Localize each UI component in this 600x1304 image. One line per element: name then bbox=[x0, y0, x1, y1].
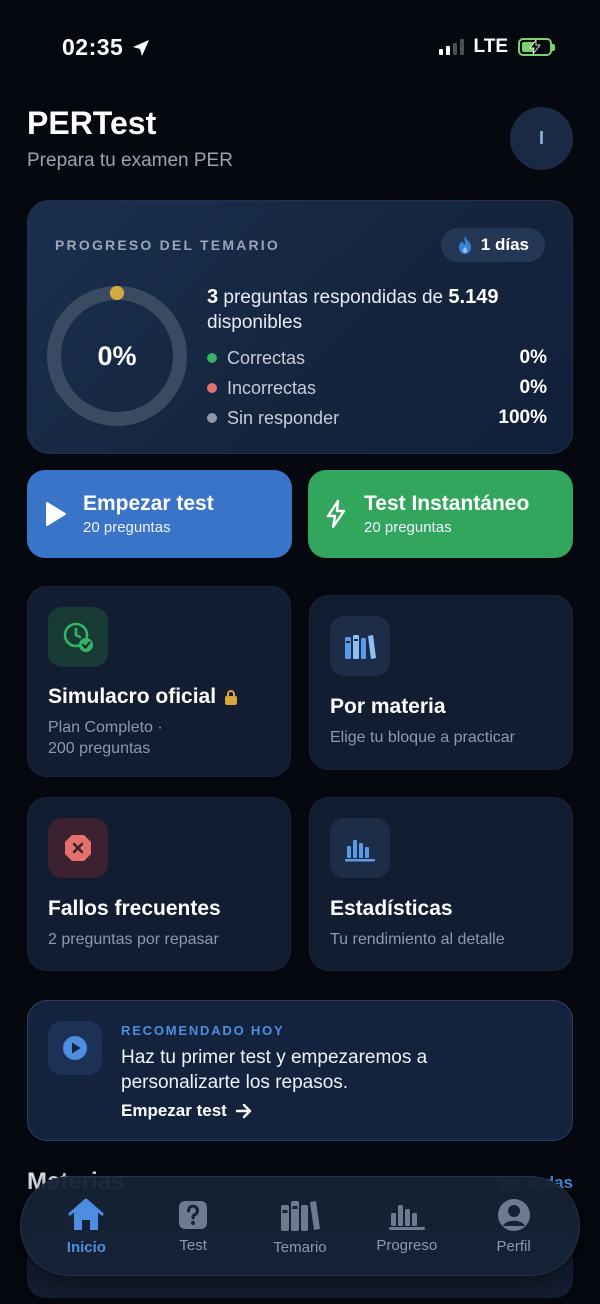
simulacro-sub-2: 200 preguntas bbox=[48, 740, 151, 757]
streak-badge: 1 días bbox=[440, 228, 545, 262]
home-icon bbox=[68, 1198, 104, 1230]
network-label: LTE bbox=[473, 36, 508, 57]
progress-card[interactable]: PROGRESO DEL TEMARIO 1 días 0% 3 pregunt… bbox=[27, 200, 573, 454]
estadisticas-sub: Tu rendimiento al detalle bbox=[330, 931, 505, 948]
bolt-icon bbox=[308, 499, 364, 529]
location-arrow-icon bbox=[133, 39, 150, 56]
books-icon bbox=[280, 1200, 320, 1231]
play-icon bbox=[27, 501, 83, 527]
avatar-button[interactable]: I bbox=[510, 107, 573, 170]
recommended-label: RECOMENDADO HOY bbox=[121, 1023, 285, 1038]
tab-label: Progreso bbox=[376, 1236, 438, 1254]
question-icon bbox=[179, 1200, 208, 1229]
estadisticas-title: Estadísticas bbox=[330, 897, 453, 920]
progress-percent: 0% bbox=[97, 340, 137, 371]
recommended-link-text: Empezar test bbox=[121, 1101, 227, 1120]
tab-test[interactable]: Test bbox=[143, 1199, 243, 1254]
recommended-link[interactable]: Empezar test bbox=[121, 1101, 253, 1121]
flame-icon bbox=[458, 236, 471, 254]
books-icon bbox=[330, 616, 390, 676]
simulacro-sub-1: Plan Completo · bbox=[48, 719, 163, 736]
arrow-right-icon bbox=[235, 1103, 252, 1119]
legend-dot bbox=[207, 383, 217, 393]
tab-inicio[interactable]: Inicio bbox=[36, 1197, 136, 1256]
tab-label: Test bbox=[179, 1236, 207, 1254]
status-time: 02:35 bbox=[62, 34, 151, 61]
tab-temario[interactable]: Temario bbox=[250, 1197, 350, 1256]
legend-correctas: Correctas 0% bbox=[207, 347, 547, 369]
app-subtitle: Prepara tu examen PER bbox=[27, 150, 233, 171]
instant-test-button[interactable]: Test Instantáneo 20 preguntas bbox=[308, 470, 573, 558]
error-octagon-icon bbox=[48, 818, 108, 878]
legend-dot bbox=[207, 413, 217, 423]
simulacro-title: Simulacro oficial bbox=[48, 685, 217, 708]
tab-bar: Inicio Test Temario Progreso Perfil bbox=[20, 1176, 580, 1276]
legend-value: 0% bbox=[519, 347, 547, 368]
start-test-button[interactable]: Empezar test 20 preguntas bbox=[27, 470, 292, 558]
status-indicators: LTE bbox=[438, 36, 555, 58]
tab-perfil[interactable]: Perfil bbox=[464, 1198, 564, 1255]
legend-label: Correctas bbox=[227, 347, 306, 368]
progress-label: PROGRESO DEL TEMARIO bbox=[55, 237, 280, 253]
tab-label: Temario bbox=[273, 1238, 327, 1256]
por-materia-card[interactable]: Por materia Elige tu bloque a practicar bbox=[309, 595, 573, 770]
signal-icon bbox=[438, 39, 464, 55]
fallos-title: Fallos frecuentes bbox=[48, 897, 221, 920]
profile-icon bbox=[497, 1198, 530, 1231]
instant-test-title: Test Instantáneo bbox=[364, 492, 530, 515]
available-count: 5.149 bbox=[448, 286, 499, 308]
chart-icon bbox=[388, 1204, 425, 1230]
legend-dot bbox=[207, 353, 217, 363]
answered-summary: 3 preguntas respondidas de 5.149 disponi… bbox=[207, 285, 557, 335]
tab-progreso[interactable]: Progreso bbox=[357, 1199, 457, 1254]
legend-label: Sin responder bbox=[227, 407, 340, 428]
fallos-sub: 2 preguntas por repasar bbox=[48, 931, 219, 948]
answered-middle: preguntas respondidas de bbox=[218, 287, 449, 308]
avatar-initial: I bbox=[538, 128, 544, 148]
estadisticas-card[interactable]: Estadísticas Tu rendimiento al detalle bbox=[309, 797, 573, 971]
recommended-text: Haz tu primer test y empezaremos a perso… bbox=[121, 1047, 428, 1093]
bar-chart-icon bbox=[330, 818, 390, 878]
recommended-card[interactable]: RECOMENDADO HOY Haz tu primer test y emp… bbox=[27, 1000, 573, 1141]
available-suffix: disponibles bbox=[207, 312, 303, 333]
tab-label: Perfil bbox=[496, 1237, 531, 1255]
app-title: PERTest bbox=[27, 105, 157, 141]
legend-sin-responder: Sin responder 100% bbox=[207, 407, 547, 429]
battery-icon bbox=[518, 38, 555, 56]
clock-check-icon bbox=[48, 607, 108, 667]
legend-label: Incorrectas bbox=[227, 377, 317, 398]
legend-incorrectas: Incorrectas 0% bbox=[207, 377, 547, 399]
start-test-sub: 20 preguntas bbox=[83, 519, 171, 536]
materia-title: Por materia bbox=[330, 695, 446, 718]
streak-text: 1 días bbox=[480, 235, 529, 254]
answered-count: 3 bbox=[207, 286, 219, 308]
start-test-title: Empezar test bbox=[83, 492, 214, 515]
instant-test-sub: 20 preguntas bbox=[364, 519, 452, 536]
materia-sub: Elige tu bloque a practicar bbox=[330, 729, 515, 746]
fallos-card[interactable]: Fallos frecuentes 2 preguntas por repasa… bbox=[27, 797, 291, 971]
tab-label: Inicio bbox=[66, 1238, 106, 1256]
lock-icon bbox=[225, 689, 238, 705]
legend-value: 0% bbox=[519, 377, 547, 398]
legend-value: 100% bbox=[498, 407, 547, 428]
simulacro-card[interactable]: Simulacro oficial Plan Completo · 200 pr… bbox=[27, 586, 291, 777]
play-circle-icon bbox=[48, 1021, 102, 1075]
status-time-text: 02:35 bbox=[62, 34, 124, 60]
